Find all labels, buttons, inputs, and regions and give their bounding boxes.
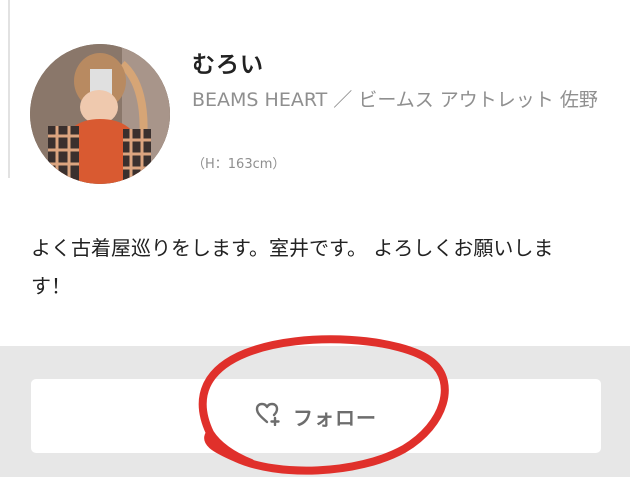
profile-name: むろい	[192, 52, 264, 78]
follow-button[interactable]: フォロー	[31, 379, 601, 453]
shop-name[interactable]: BEAMS HEART ／ ビームス アウトレット 佐野	[192, 85, 612, 115]
height-text: （H：163cm）	[192, 157, 286, 172]
profile-card: むろい BEAMS HEART ／ ビームス アウトレット 佐野 （H：163c…	[0, 0, 630, 346]
edge-divider	[8, 0, 10, 178]
profile-bio: よく古着屋巡りをします。室井です。 よろしくお願いします！	[31, 236, 554, 298]
avatar-photo	[30, 44, 170, 184]
heart-plus-icon	[255, 402, 281, 430]
avatar[interactable]	[30, 44, 170, 184]
follow-button-label: フォロー	[293, 405, 377, 430]
